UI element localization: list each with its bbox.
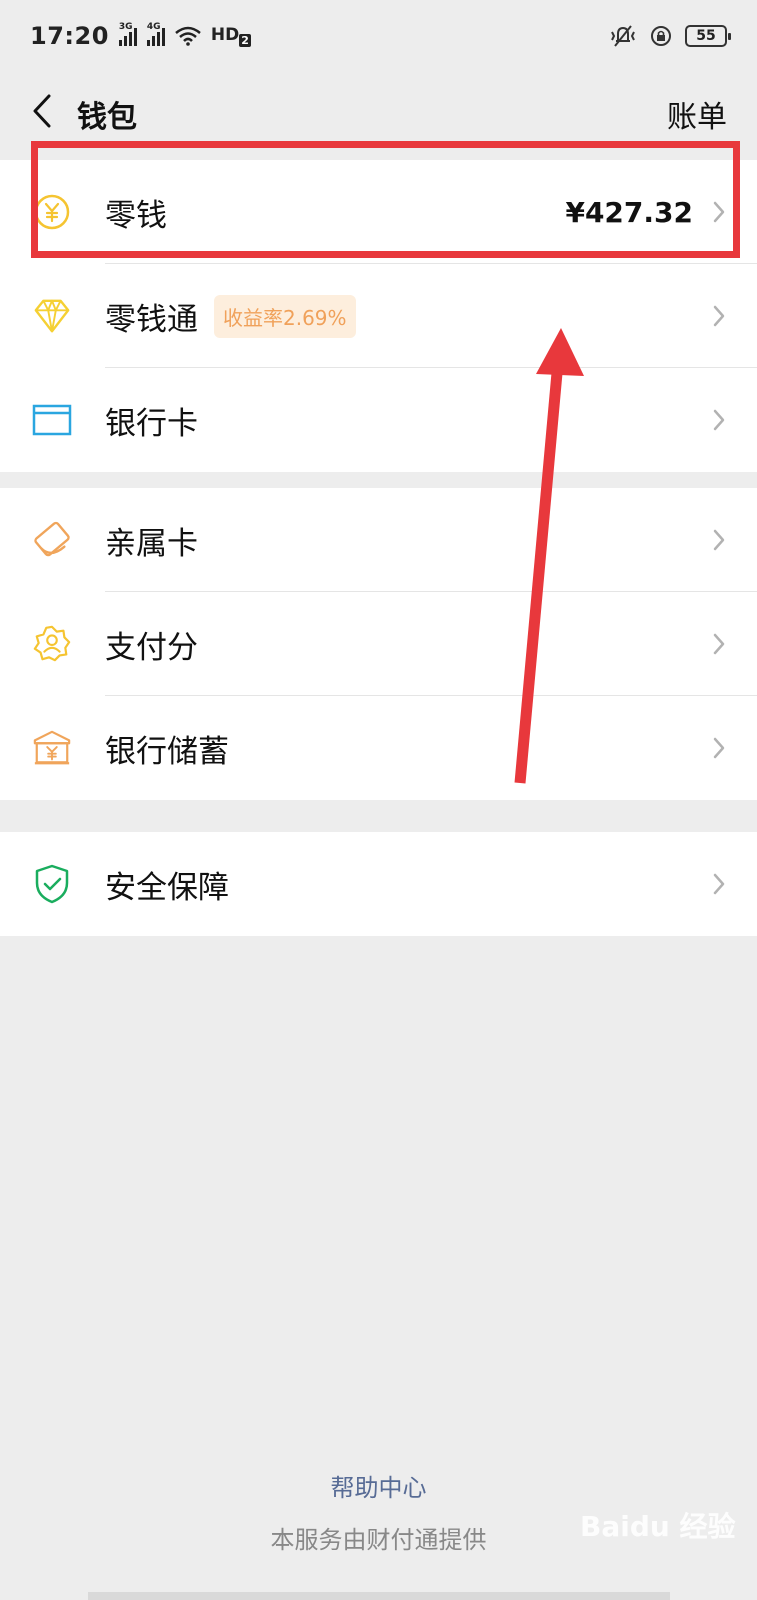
wallet-item-right: [711, 872, 727, 896]
page-title: 钱包: [77, 100, 137, 135]
help-center-link[interactable]: 帮助中心: [0, 1468, 757, 1503]
rotation-lock-icon: [651, 26, 671, 46]
family-card-icon: [32, 520, 72, 560]
wallet-group-1: 零钱 ¥427.32 零钱通 收益率2.69% 银行卡: [0, 160, 757, 472]
chevron-right-icon: [711, 408, 727, 432]
shield-check-icon: [32, 864, 72, 904]
battery-icon: 55: [685, 25, 731, 47]
diamond-icon: [32, 296, 72, 336]
status-right: 55: [609, 24, 731, 48]
wallet-group-3: 安全保障: [0, 832, 757, 936]
nav-bar: 钱包 账单: [0, 72, 757, 158]
wifi-icon: [175, 26, 201, 46]
chevron-right-icon: [711, 872, 727, 896]
wallet-item-right: [711, 632, 727, 656]
wallet-item-label: 银行卡: [105, 405, 198, 442]
wallet-item-bank-savings[interactable]: 银行储蓄: [0, 696, 757, 800]
wallet-item-right: ¥427.32: [565, 196, 727, 229]
yield-rate-badge: 收益率2.69%: [214, 294, 356, 338]
wallet-item-security[interactable]: 安全保障: [0, 832, 757, 936]
balance-amount: ¥427.32: [565, 195, 693, 229]
status-bar: 17:20 3G 4G HD 2 55: [0, 0, 757, 72]
wallet-item-label: 亲属卡: [105, 525, 198, 562]
wallet-item-label: 零钱: [105, 197, 167, 234]
bank-savings-icon: [32, 728, 72, 768]
chevron-right-icon: [711, 528, 727, 552]
wallet-page: 17:20 3G 4G HD 2 55 钱包 账单 零钱 ¥427.32 零钱通…: [0, 0, 757, 1600]
wallet-item-right: [711, 736, 727, 760]
wallet-item-label: 零钱通: [105, 301, 198, 338]
wallet-item-bank-card[interactable]: 银行卡: [0, 368, 757, 472]
wallet-item-label: 支付分: [105, 629, 198, 666]
wallet-item-pay-score[interactable]: 支付分: [0, 592, 757, 696]
hd-label: HD: [210, 24, 240, 45]
yuan-coin-icon: [32, 192, 72, 232]
wallet-item-change[interactable]: 零钱 ¥427.32: [0, 160, 757, 264]
hd-volte-icon: HD 2: [210, 24, 251, 48]
chevron-right-icon: [711, 200, 727, 224]
back-button[interactable]: [22, 84, 62, 138]
wallet-group-2: 亲属卡 支付分 银行储蓄: [0, 488, 757, 800]
chevron-right-icon: [711, 304, 727, 328]
pay-score-icon: [32, 624, 72, 664]
wallet-item-family-card[interactable]: 亲属卡: [0, 488, 757, 592]
bill-button[interactable]: 账单: [667, 92, 727, 136]
wallet-item-label: 银行储蓄: [105, 733, 229, 770]
wallet-item-right: [711, 304, 727, 328]
wallet-item-right: [711, 528, 727, 552]
signal-4g-icon: 4G: [146, 22, 165, 46]
signal-3g-icon: 3G: [118, 22, 137, 46]
wallet-item-right: [711, 408, 727, 432]
chevron-right-icon: [711, 736, 727, 760]
status-left: 17:20 3G 4G HD 2: [30, 22, 251, 50]
chevron-right-icon: [711, 632, 727, 656]
signal-3g-label: 3G: [118, 22, 133, 32]
status-time: 17:20: [30, 22, 109, 50]
signal-4g-label: 4G: [146, 22, 161, 32]
baidu-watermark: Baidu 经验: [580, 1510, 736, 1543]
bottom-gesture-bar: [88, 1592, 670, 1600]
wallet-item-lingqiantong[interactable]: 零钱通 收益率2.69%: [0, 264, 757, 368]
bank-card-icon: [32, 400, 72, 440]
hd-sub-label: 2: [239, 34, 251, 48]
chevron-left-icon: [33, 94, 51, 128]
wallet-item-label: 安全保障: [105, 869, 229, 906]
vibrate-bell-icon: [611, 25, 635, 47]
